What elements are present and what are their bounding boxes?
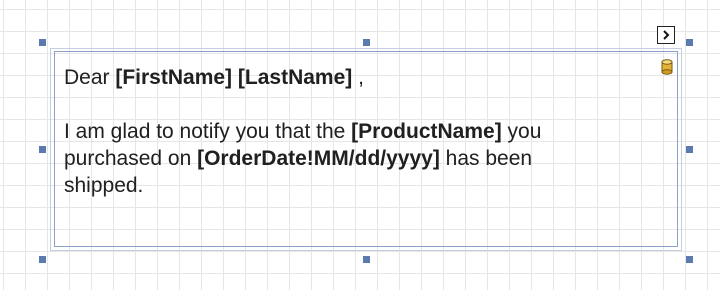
selection-handle-middle-right[interactable] — [686, 146, 693, 153]
field-first-name: [FirstName] — [115, 66, 233, 89]
rich-text-content[interactable]: Dear [FirstName] [LastName] , I am glad … — [64, 64, 664, 199]
body-line-1: I am glad to notify you that the [Produc… — [64, 118, 664, 145]
selection-handle-top-left[interactable] — [39, 39, 46, 46]
field-last-name: [LastName] — [237, 66, 353, 89]
field-order-date: [OrderDate!MM/dd/yyyy] — [197, 147, 440, 170]
selection-handle-top-center[interactable] — [363, 39, 370, 46]
field-product-name: [ProductName] — [351, 120, 502, 143]
selection-handle-bottom-center[interactable] — [363, 256, 370, 263]
body-text: shipped. — [64, 174, 144, 197]
smart-tag-button[interactable] — [657, 26, 675, 44]
selection-handle-top-right[interactable] — [686, 39, 693, 46]
greeting-text: Dear — [64, 66, 116, 89]
body-text: has been — [439, 147, 533, 170]
chevron-right-icon — [663, 30, 670, 40]
body-text: purchased on — [64, 147, 198, 170]
report-designer-canvas[interactable]: Dear [FirstName] [LastName] , I am glad … — [0, 0, 720, 290]
body-line-3: shipped. — [64, 172, 664, 199]
body-text: I am glad to notify you that the — [64, 120, 352, 143]
selection-handle-bottom-right[interactable] — [686, 256, 693, 263]
body-text: you — [501, 120, 542, 143]
selection-handle-middle-left[interactable] — [39, 146, 46, 153]
body-line-2: purchased on [OrderDate!MM/dd/yyyy] has … — [64, 145, 664, 172]
selection-handle-bottom-left[interactable] — [39, 256, 46, 263]
greeting-line: Dear [FirstName] [LastName] , — [64, 64, 664, 91]
greeting-trail: , — [352, 66, 364, 89]
